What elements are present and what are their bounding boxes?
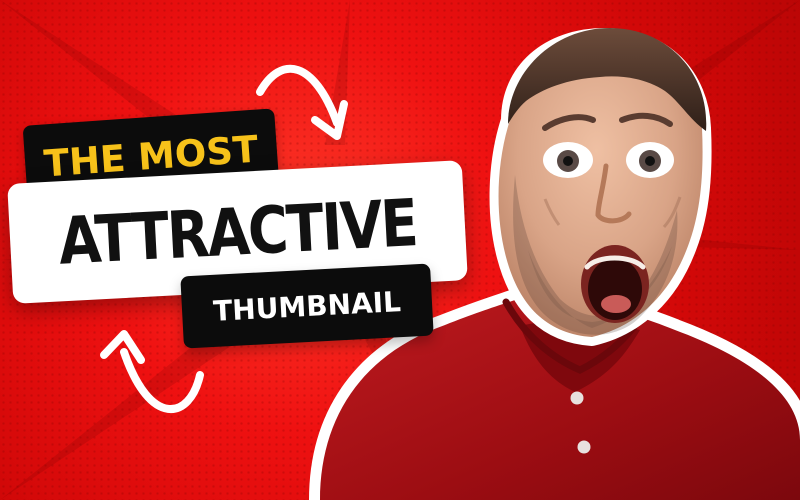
bottom-label: THUMBNAIL bbox=[212, 284, 402, 328]
youtube-thumbnail: THE MOST ATTRACTIVE THUMBNAIL bbox=[0, 0, 800, 500]
bottom-label-box: THUMBNAIL bbox=[180, 263, 434, 349]
headline: ATTRACTIVE bbox=[56, 184, 419, 280]
